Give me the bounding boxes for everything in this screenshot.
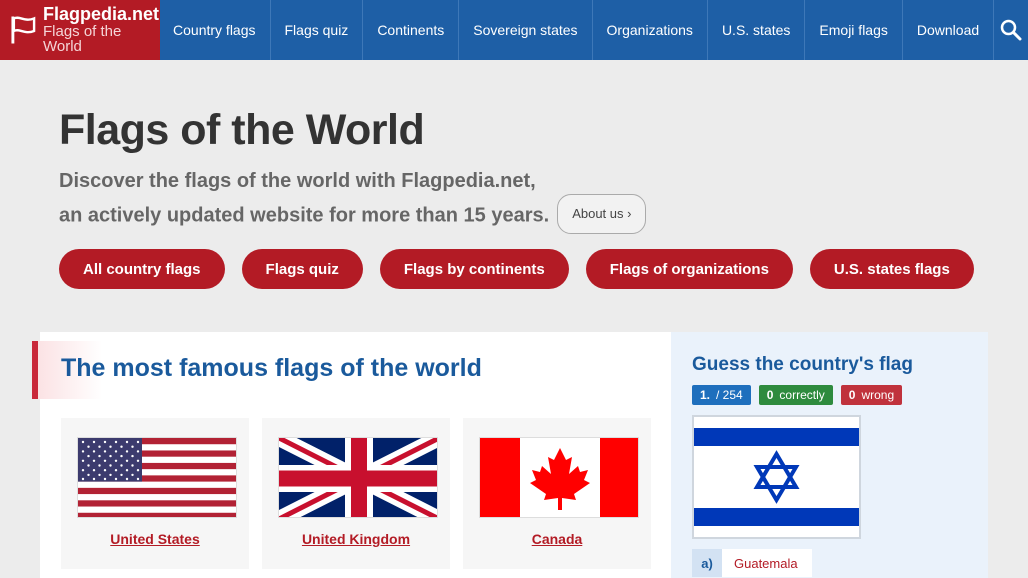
search-button[interactable] [994,0,1028,60]
quiz-title: Guess the country's flag [692,354,913,375]
answer-text: Guatemala [722,549,812,577]
answer-option-a[interactable]: a) Guatemala [692,549,812,577]
chevron-right-icon: › [627,206,632,221]
main-nav: Country flags Flags quiz Continents Sove… [160,0,995,60]
nav-flags-quiz[interactable]: Flags quiz [271,0,364,60]
us-states-flags-button[interactable]: U.S. states flags [809,249,974,289]
nav-country-flags[interactable]: Country flags [160,0,271,60]
flag-card-united-states[interactable]: United States [61,418,249,569]
subtitle-line-1: Discover the flags of the world with Fla… [59,170,536,192]
nav-organizations[interactable]: Organizations [593,0,708,60]
flag-name-united-kingdom[interactable]: United Kingdom [262,531,450,547]
nav-continents[interactable]: Continents [363,0,460,60]
nav-download[interactable]: Download [903,0,995,60]
wrong-label: wrong [861,388,895,402]
site-name: Flagpedia.net [42,3,159,24]
top-navigation-bar: Flagpedia.net Flags of the World Country… [0,0,1028,60]
category-buttons: All country flags Flags quiz Flags by co… [59,249,991,289]
us-flag-image [77,437,237,518]
flag-card-canada[interactable]: Canada [463,418,651,569]
flag-logo-icon [11,16,36,44]
flag-name-united-states[interactable]: United States [61,531,249,547]
nav-sovereign-states[interactable]: Sovereign states [459,0,593,60]
site-tagline: Flags of the World [42,22,122,56]
subtitle-line-2-text: an actively updated website for more tha… [59,204,550,227]
nav-us-states[interactable]: U.S. states [708,0,806,60]
flag-name-canada[interactable]: Canada [463,531,651,547]
canada-flag-image [479,437,639,518]
answer-key: a) [692,549,722,577]
wrong-count: 0 [848,388,856,402]
page-title: Flags of the World [59,106,425,154]
correct-count-badge: 0 correctly [758,385,833,405]
all-country-flags-button[interactable]: All country flags [59,249,225,289]
question-number: 1. [700,388,711,402]
site-logo[interactable]: Flagpedia.net Flags of the World [0,0,161,60]
question-counter-badge: 1. / 254 [692,385,751,405]
quiz-score: 1. / 254 0 correctly 0 wrong [692,385,910,405]
flag-card-united-kingdom[interactable]: United Kingdom [262,418,450,569]
flags-by-continents-button[interactable]: Flags by continents [379,249,569,289]
flag-quiz-panel: Guess the country's flag 1. / 254 0 correc… [671,332,988,578]
correct-count: 0 [766,388,774,402]
about-us-button[interactable]: About us › [557,194,647,234]
correct-label: correctly [779,388,825,402]
flags-of-organizations-button[interactable]: Flags of organizations [585,249,793,289]
search-icon [1000,19,1022,41]
famous-flags-title: The most famous flags of the world [61,354,482,382]
question-total: / 254 [716,388,743,402]
flags-quiz-button[interactable]: Flags quiz [241,249,363,289]
uk-flag-image [278,437,438,518]
nav-emoji-flags[interactable]: Emoji flags [805,0,903,60]
wrong-count-badge: 0 wrong [840,385,903,405]
about-us-label: About us [572,206,624,221]
quiz-flag-image [692,415,861,539]
page-subtitle: Discover the flags of the world with Fla… [59,166,647,236]
subtitle-line-2: an actively updated website for more tha… [59,194,647,236]
